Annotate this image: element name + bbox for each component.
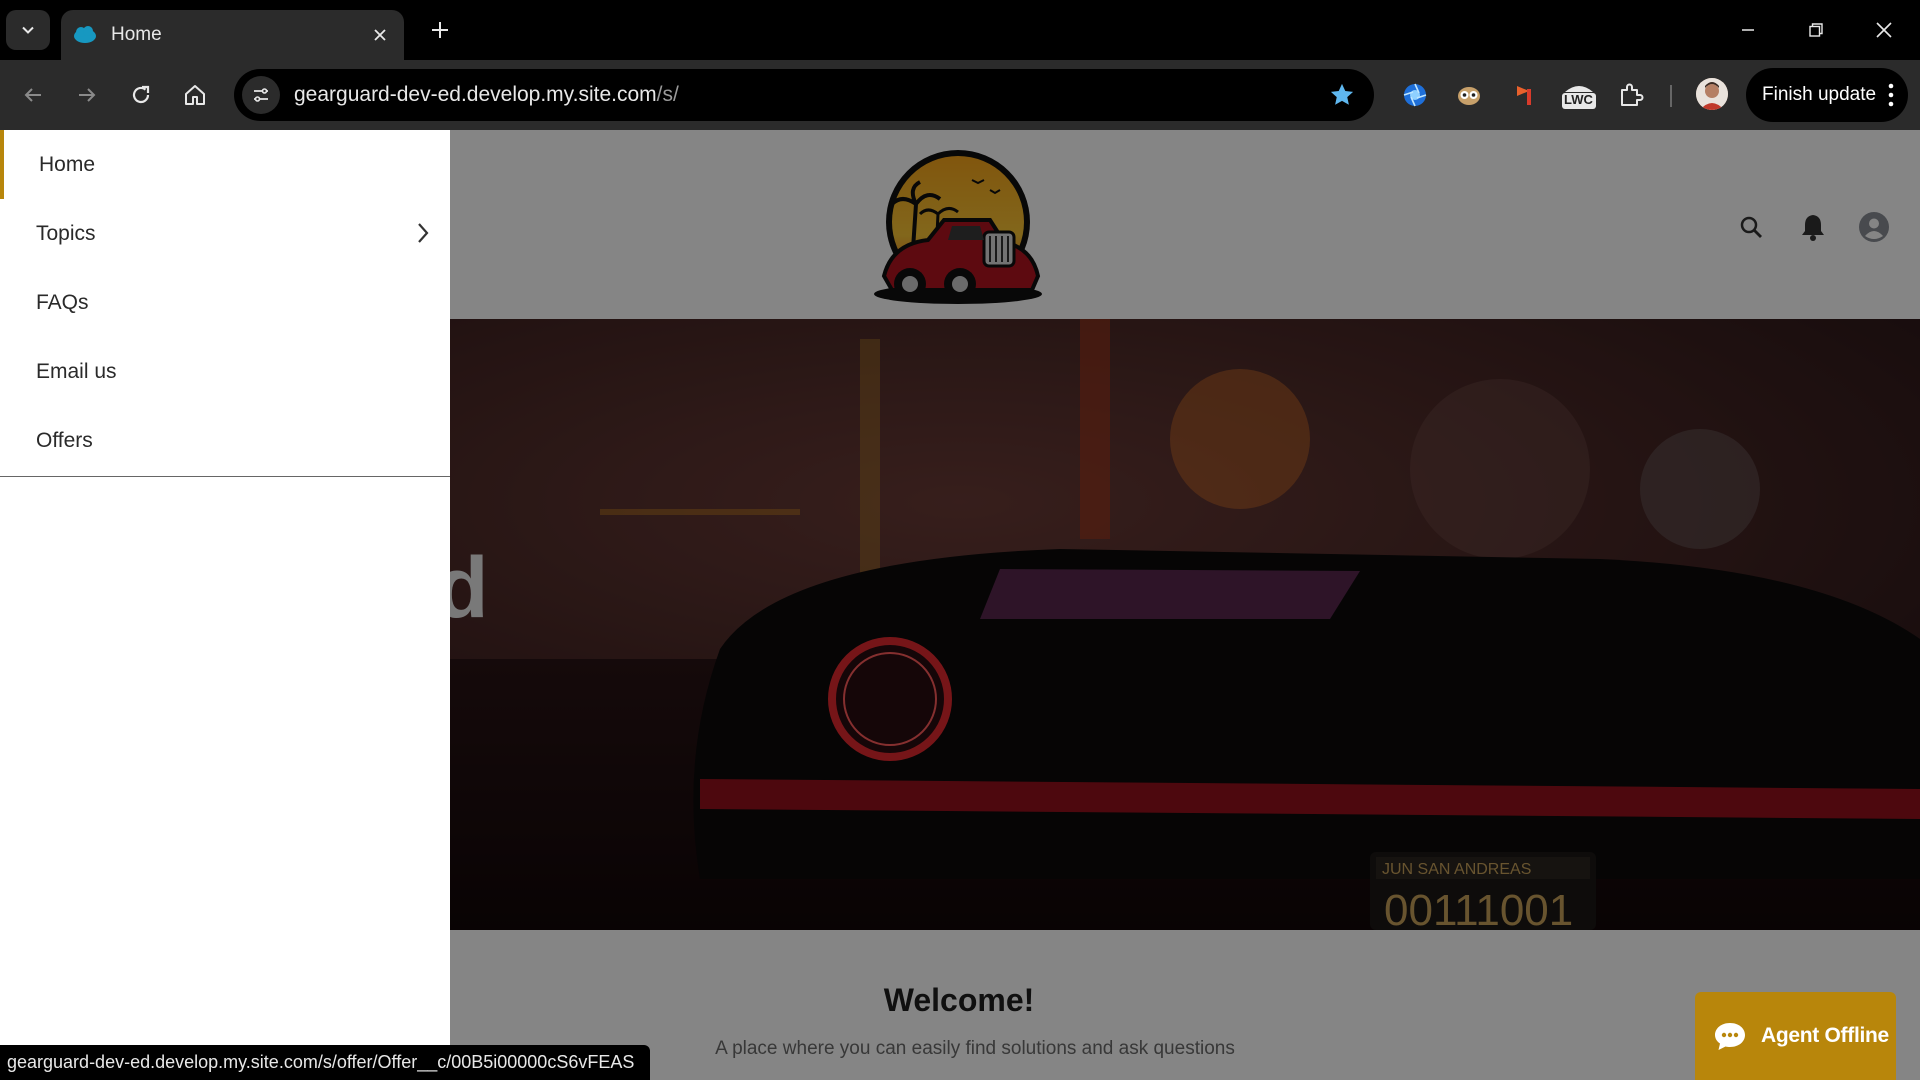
lwc-label: LWC bbox=[1564, 92, 1593, 107]
extension-owl-button[interactable] bbox=[1450, 76, 1488, 114]
site-info-button[interactable] bbox=[242, 76, 280, 114]
extension-flag-button[interactable] bbox=[1504, 76, 1542, 114]
navigation-drawer: Home Topics FAQs Email us Offers bbox=[0, 130, 450, 1080]
forward-button[interactable] bbox=[66, 74, 108, 116]
restore-icon bbox=[1809, 23, 1823, 37]
reload-button[interactable] bbox=[120, 74, 162, 116]
arrow-left-icon bbox=[24, 88, 41, 102]
nav-item-email-us[interactable]: Email us bbox=[0, 337, 450, 406]
puzzle-icon bbox=[1621, 83, 1644, 106]
back-button[interactable] bbox=[12, 74, 54, 116]
arrow-right-icon bbox=[79, 88, 96, 102]
address-bar[interactable]: gearguard-dev-ed.develop.my.site.com/s/ bbox=[234, 69, 1374, 121]
nav-item-topics[interactable]: Topics bbox=[0, 199, 450, 268]
page-viewport: JUN SAN ANDREAS 00111001 d Welcome! Welc… bbox=[0, 130, 1920, 1080]
navigation-menu: Home Topics FAQs Email us Offers bbox=[0, 130, 450, 477]
browser-tab-home[interactable]: Home bbox=[61, 10, 404, 60]
nav-item-faqs[interactable]: FAQs bbox=[0, 268, 450, 337]
bookmark-star-icon[interactable] bbox=[1328, 81, 1356, 109]
tab-title: Home bbox=[111, 24, 162, 45]
owl-icon bbox=[1458, 87, 1480, 105]
extension-aperture-button[interactable] bbox=[1396, 76, 1434, 114]
nav-item-label: Offers bbox=[36, 428, 93, 452]
url-text: gearguard-dev-ed.develop.my.site.com/s/ bbox=[294, 83, 679, 107]
finish-update-button[interactable]: Finish update bbox=[1746, 68, 1908, 122]
minimize-button[interactable] bbox=[1724, 10, 1772, 50]
extensions-button[interactable] bbox=[1612, 76, 1650, 114]
chevron-right-icon bbox=[418, 223, 429, 243]
salesforce-cloud-icon bbox=[74, 26, 96, 43]
reload-icon bbox=[132, 85, 150, 104]
chat-agent-button[interactable]: Agent Offline bbox=[1695, 992, 1896, 1080]
extension-lwc-button[interactable]: LWC bbox=[1556, 76, 1602, 114]
home-icon bbox=[185, 85, 205, 105]
nav-item-home[interactable]: Home bbox=[0, 130, 450, 199]
profile-avatar[interactable] bbox=[1696, 78, 1728, 110]
person-photo-icon bbox=[1696, 78, 1728, 110]
toolbar-separator bbox=[1670, 85, 1672, 107]
new-tab-button[interactable] bbox=[422, 12, 458, 48]
close-icon bbox=[374, 29, 386, 41]
more-vertical-icon bbox=[1888, 83, 1894, 107]
browser-tab-bar: Home bbox=[0, 0, 1920, 60]
url-host: gearguard-dev-ed.develop.my.site.com bbox=[294, 83, 657, 106]
browser-toolbar: gearguard-dev-ed.develop.my.site.com/s/ … bbox=[0, 60, 1920, 130]
link-status-bar: gearguard-dev-ed.develop.my.site.com/s/o… bbox=[0, 1045, 651, 1080]
nav-item-label: Home bbox=[39, 152, 96, 176]
home-button[interactable] bbox=[174, 74, 216, 116]
aperture-icon bbox=[1403, 83, 1427, 107]
chevron-down-icon bbox=[22, 26, 34, 34]
nav-item-label: FAQs bbox=[36, 290, 89, 314]
flag-icon bbox=[1517, 86, 1531, 105]
tune-icon bbox=[254, 88, 268, 102]
nav-item-label: Email us bbox=[36, 359, 117, 383]
chat-bubble-icon bbox=[1715, 1023, 1745, 1050]
restore-button[interactable] bbox=[1792, 10, 1840, 50]
chat-agent-label: Agent Offline bbox=[1761, 1024, 1889, 1047]
minimize-icon bbox=[1742, 29, 1754, 31]
tab-close-button[interactable] bbox=[366, 21, 394, 49]
nav-item-offers[interactable]: Offers bbox=[0, 406, 450, 475]
close-icon bbox=[1876, 22, 1892, 38]
url-path: /s/ bbox=[656, 83, 679, 106]
plus-icon bbox=[432, 22, 448, 38]
finish-update-label: Finish update bbox=[1762, 84, 1877, 105]
nav-item-label: Topics bbox=[36, 221, 96, 245]
tab-search-button[interactable] bbox=[6, 10, 50, 50]
close-window-button[interactable] bbox=[1860, 10, 1908, 50]
